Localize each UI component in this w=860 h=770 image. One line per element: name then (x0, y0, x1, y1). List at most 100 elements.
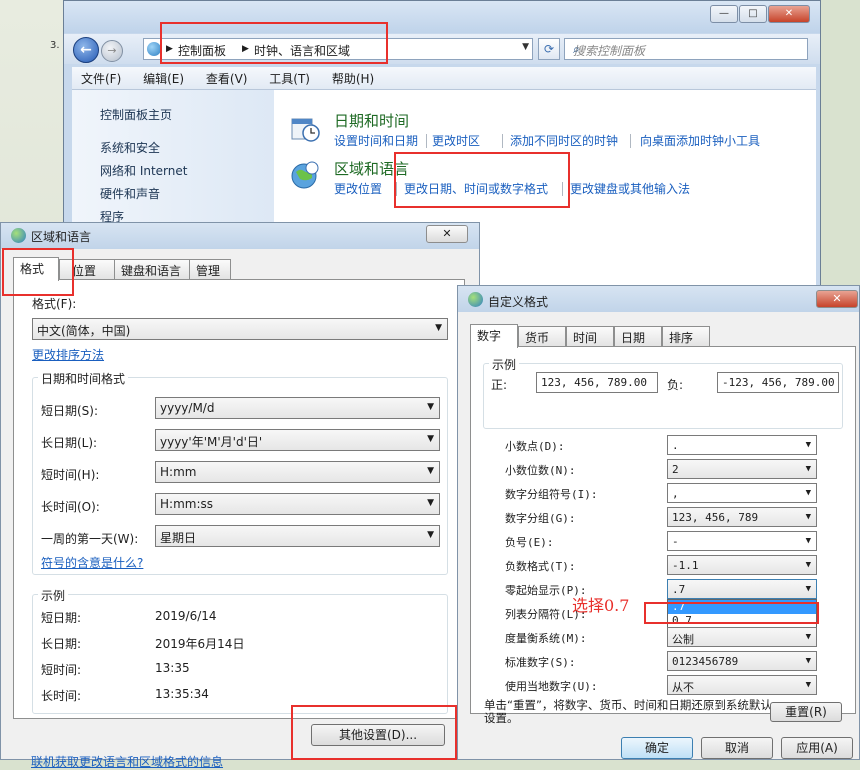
tab-format[interactable]: 格式 (13, 257, 59, 281)
datetime-group-title: 日期和时间格式 (38, 370, 129, 387)
menu-view[interactable]: 查看(V) (197, 67, 257, 90)
long-time-select[interactable]: H:mm:ss ▼ (155, 493, 440, 515)
cancel-button[interactable]: 取消 (701, 737, 773, 759)
positive-value: 123, 456, 789.00 (541, 376, 647, 389)
sidebar-item-network[interactable]: 网络和 Internet (100, 162, 187, 179)
first-day-select[interactable]: 星期日 ▼ (155, 525, 440, 547)
forward-icon[interactable]: → (101, 40, 123, 62)
category-datetime-title[interactable]: 日期和时间 (334, 110, 409, 131)
globe-icon (468, 292, 483, 307)
address-row: ← → ▶ 控制面板 ▶ 时钟、语言和区域 ▼ ⟳ 搜索控制面板 ⌕ (64, 34, 820, 64)
format-select[interactable]: 中文(简体，中国) ▼ (32, 318, 448, 340)
chevron-down-icon: ▼ (805, 536, 811, 546)
dialog-titlebar: 自定义格式 ✕ (458, 286, 859, 312)
minimize-button[interactable]: — (710, 5, 738, 23)
measurement-system-value: 公制 (672, 633, 694, 646)
address-bar[interactable]: ▶ 控制面板 ▶ 时钟、语言和区域 ▼ (143, 38, 533, 60)
standard-digits-select[interactable]: 0123456789 ▼ (667, 651, 817, 671)
tab-numbers[interactable]: 数字 (470, 324, 518, 348)
tab-administration[interactable]: 管理 (189, 259, 231, 279)
digit-grouping-select[interactable]: 123, 456, 789 ▼ (667, 507, 817, 527)
tab-date[interactable]: 日期 (614, 326, 662, 346)
change-sort-link[interactable]: 更改排序方法 (32, 346, 104, 363)
link-add-clocks[interactable]: 添加不同时区的时钟 (510, 132, 618, 149)
close-button[interactable]: ✕ (768, 5, 810, 23)
menu-help[interactable]: 帮助(H) (323, 67, 383, 90)
refresh-icon[interactable]: ⟳ (538, 38, 560, 60)
globe-icon (11, 228, 26, 243)
dropdown-option-0-7[interactable]: 0.7 (668, 614, 816, 628)
search-icon[interactable]: ⌕ (573, 42, 802, 57)
negative-value: -123, 456, 789.00 (722, 376, 835, 389)
tab-location[interactable]: 位置 (59, 259, 115, 279)
long-time-value: H:mm:ss (160, 497, 213, 511)
long-date-select[interactable]: yyyy'年'M'月'd'日' ▼ (155, 429, 440, 451)
native-digits-label: 使用当地数字(U): (505, 680, 598, 693)
symbol-meaning-link[interactable]: 符号的含意是什么? (41, 554, 143, 571)
short-date-select[interactable]: yyyy/M/d ▼ (155, 397, 440, 419)
divider (630, 134, 631, 148)
apply-button[interactable]: 应用(A) (781, 737, 853, 759)
leading-zero-value: .7 (672, 583, 686, 596)
menu-file[interactable]: 文件(F) (72, 67, 130, 90)
decimal-digits-select[interactable]: 2 ▼ (667, 459, 817, 479)
link-change-timezone[interactable]: 更改时区 (432, 132, 480, 149)
annotation-text: 选择0.7 (572, 596, 630, 615)
measurement-system-select[interactable]: 公制 ▼ (667, 627, 817, 647)
short-time-select[interactable]: H:mm ▼ (155, 461, 440, 483)
negative-format-select[interactable]: -1.1 ▼ (667, 555, 817, 575)
maximize-button[interactable]: □ (739, 5, 767, 23)
region-language-dialog: 区域和语言 ✕ 格式 位置 键盘和语言 管理 格式(F): 中文(简体，中国) … (0, 222, 480, 769)
back-icon[interactable]: ← (73, 37, 99, 63)
example-long-date-value: 2019年6月14日 (155, 637, 245, 651)
divider (562, 182, 563, 196)
dialog-title: 自定义格式 (488, 295, 549, 309)
tab-currency[interactable]: 货币 (518, 326, 566, 346)
menu-bar: 文件(F) 编辑(E) 查看(V) 工具(T) 帮助(H) (72, 67, 816, 90)
link-desktop-clock-gadget[interactable]: 向桌面添加时钟小工具 (640, 132, 760, 149)
menu-tools[interactable]: 工具(T) (260, 67, 319, 90)
leading-zero-select[interactable]: .7 ▼ (667, 579, 817, 599)
online-info-link[interactable]: 联机获取更改语言和区域格式的信息 (31, 753, 223, 770)
chevron-down-icon: ▼ (805, 440, 811, 450)
sidebar-item-security[interactable]: 系统和安全 (100, 139, 160, 156)
menu-edit[interactable]: 编辑(E) (134, 67, 193, 90)
chevron-down-icon[interactable]: ▼ (522, 42, 529, 52)
tab-sort[interactable]: 排序 (662, 326, 710, 346)
ok-button[interactable]: 确定 (621, 737, 693, 759)
decimal-symbol-select[interactable]: . ▼ (667, 435, 817, 455)
breadcrumb-control-panel[interactable]: 控制面板 (178, 42, 226, 59)
chevron-down-icon: ▼ (427, 466, 434, 476)
control-panel-icon (147, 42, 161, 56)
chevron-down-icon: ▼ (805, 584, 811, 594)
sidebar-item-hardware[interactable]: 硬件和声音 (100, 185, 160, 202)
link-change-keyboard[interactable]: 更改键盘或其他输入法 (570, 180, 690, 197)
other-settings-button[interactable]: 其他设置(D)... (311, 724, 445, 746)
native-digits-select[interactable]: 从不 ▼ (667, 675, 817, 695)
group-symbol-select[interactable]: , ▼ (667, 483, 817, 503)
breadcrumb-clock-language[interactable]: 时钟、语言和区域 (254, 42, 350, 59)
decimal-symbol-value: . (672, 439, 679, 452)
close-icon[interactable]: ✕ (816, 290, 858, 308)
reset-button[interactable]: 重置(R) (770, 702, 842, 722)
tab-time[interactable]: 时间 (566, 326, 614, 346)
negative-sign-select[interactable]: - ▼ (667, 531, 817, 551)
first-day-value: 星期日 (160, 531, 197, 545)
search-input[interactable]: 搜索控制面板 ⌕ (564, 38, 808, 60)
dropdown-option-dot-7[interactable]: .7 (668, 600, 816, 614)
short-time-value: H:mm (160, 465, 197, 479)
measurement-system-label: 度量衡系统(M): (505, 632, 587, 645)
link-change-formats[interactable]: 更改日期、时间或数字格式 (404, 180, 548, 197)
short-date-value: yyyy/M/d (160, 401, 215, 415)
link-change-location[interactable]: 更改位置 (334, 180, 382, 197)
close-icon[interactable]: ✕ (426, 225, 468, 243)
digit-grouping-label: 数字分组(G): (505, 512, 576, 525)
long-date-label: 长日期(L): (41, 436, 98, 450)
tab-keyboard-language[interactable]: 键盘和语言 (114, 259, 190, 279)
category-region-title[interactable]: 区域和语言 (334, 158, 409, 179)
short-time-label: 短时间(H): (41, 468, 100, 482)
link-set-datetime[interactable]: 设置时间和日期 (334, 132, 418, 149)
chevron-down-icon: ▼ (435, 323, 442, 333)
sidebar-item-home[interactable]: 控制面板主页 (100, 106, 172, 123)
chevron-down-icon: ▼ (427, 434, 434, 444)
